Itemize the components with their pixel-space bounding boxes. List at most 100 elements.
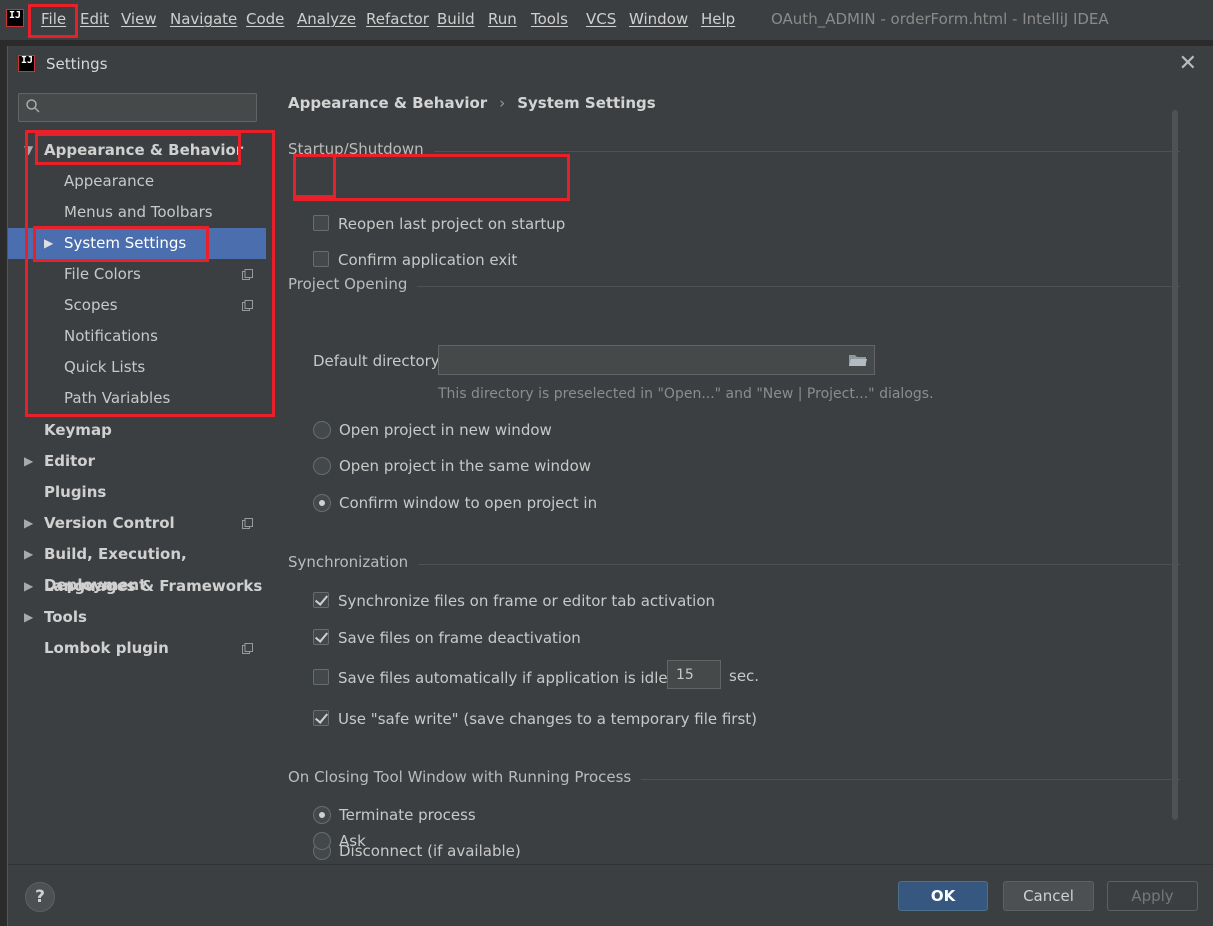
chevron-right-icon[interactable]: ▶ <box>24 508 33 539</box>
tree-item-quick-lists[interactable]: Quick Lists <box>8 352 266 383</box>
menu-vcs[interactable]: VCS <box>586 10 616 28</box>
sync-files-checkbox[interactable]: Synchronize files on frame or editor tab… <box>313 590 733 612</box>
dialog-titlebar: IJ Settings ✕ <box>8 46 1213 80</box>
radio-confirm-window[interactable]: Confirm window to open project in <box>313 492 613 514</box>
intellij-logo-icon: IJ <box>6 9 24 27</box>
section-divider <box>288 286 1180 287</box>
project-config-icon <box>242 518 253 529</box>
checkbox-box[interactable] <box>313 710 329 726</box>
menu-refactor[interactable]: Refactor <box>366 10 429 28</box>
project-config-icon <box>242 300 253 311</box>
radio-button[interactable] <box>313 457 331 475</box>
menu-view[interactable]: View <box>121 10 157 28</box>
close-icon[interactable]: ✕ <box>1179 51 1197 76</box>
breadcrumb-separator-icon: › <box>499 94 506 112</box>
settings-dialog: IJ Settings ✕ ▼ Appearance & Behavior Ap… <box>7 46 1213 926</box>
menu-file[interactable]: File <box>41 10 66 28</box>
menu-tools[interactable]: Tools <box>531 10 568 28</box>
menu-navigate[interactable]: Navigate <box>170 10 237 28</box>
window-title: OAuth_ADMIN - orderForm.html - IntelliJ … <box>771 10 1109 28</box>
reopen-last-project-checkbox[interactable]: Reopen last project on startup <box>313 213 593 235</box>
project-config-icon <box>242 269 253 280</box>
radio-terminate-process[interactable]: Terminate process <box>313 804 613 826</box>
idle-seconds-input[interactable] <box>676 665 716 685</box>
chevron-down-icon[interactable]: ▼ <box>24 135 33 166</box>
radio-button[interactable] <box>313 494 331 512</box>
radio-button[interactable] <box>313 421 331 439</box>
tree-item-languages-frameworks[interactable]: ▶ Languages & Frameworks <box>8 571 266 602</box>
cancel-button[interactable]: Cancel <box>1003 881 1094 911</box>
tree-item-lombok-plugin[interactable]: Lombok plugin <box>8 633 266 664</box>
breadcrumb: Appearance & Behavior › System Settings <box>288 94 656 112</box>
chevron-right-icon[interactable]: ▶ <box>24 446 33 477</box>
help-button[interactable]: ? <box>25 882 55 912</box>
idle-seconds-unit: sec. <box>729 667 760 685</box>
save-when-idle-checkbox[interactable]: Save files automatically if application … <box>313 667 693 689</box>
tree-item-keymap[interactable]: Keymap <box>8 415 266 446</box>
checkbox-box[interactable] <box>313 629 329 645</box>
section-title-project-opening: Project Opening <box>288 275 418 293</box>
checkbox-box[interactable] <box>313 669 329 685</box>
checkbox-box[interactable] <box>313 251 329 267</box>
checkbox-box[interactable] <box>313 215 329 231</box>
confirm-exit-checkbox[interactable]: Confirm application exit <box>313 249 593 271</box>
tree-item-notifications[interactable]: Notifications <box>8 321 266 352</box>
tree-item-tools[interactable]: ▶ Tools <box>8 602 266 633</box>
tree-item-scopes[interactable]: Scopes <box>8 290 266 321</box>
tree-item-build-execution-deployment[interactable]: ▶ Build, Execution, Deployment <box>8 539 266 594</box>
breadcrumb-item: System Settings <box>517 94 656 112</box>
ok-button[interactable]: OK <box>898 881 988 911</box>
menu-analyze[interactable]: Analyze <box>297 10 356 28</box>
chevron-right-icon[interactable]: ▶ <box>24 602 33 633</box>
checkbox-box[interactable] <box>313 592 329 608</box>
idle-seconds-field[interactable] <box>667 660 721 689</box>
default-directory-label: Default directory: <box>313 352 444 370</box>
menu-window[interactable]: Window <box>629 10 688 28</box>
radio-button[interactable] <box>313 806 331 824</box>
search-input[interactable] <box>49 97 249 117</box>
default-directory-hint: This directory is preselected in "Open..… <box>438 386 934 402</box>
tree-item-file-colors[interactable]: File Colors <box>8 259 266 290</box>
tree-item-system-settings[interactable]: ▶ System Settings <box>8 228 266 259</box>
main-menu-bar: IJ File Edit View Navigate Code Analyze … <box>0 0 1213 40</box>
settings-content: Appearance & Behavior › System Settings St… <box>266 80 1213 864</box>
tree-item-path-variables[interactable]: Path Variables <box>8 383 266 414</box>
chevron-right-icon[interactable]: ▶ <box>44 228 53 259</box>
tree-item-menus-toolbars[interactable]: Menus and Toolbars <box>8 197 266 228</box>
search-icon <box>26 99 40 113</box>
default-directory-input[interactable] <box>445 350 835 370</box>
intellij-logo-icon: IJ <box>18 55 35 72</box>
radio-ask[interactable]: Ask <box>313 830 513 852</box>
menu-edit[interactable]: Edit <box>80 10 109 28</box>
tree-item-appearance-behavior[interactable]: ▼ Appearance & Behavior <box>8 135 266 166</box>
settings-sidebar: ▼ Appearance & Behavior Appearance Menus… <box>8 80 266 864</box>
chevron-right-icon[interactable]: ▶ <box>24 571 33 602</box>
section-title-synchronization: Synchronization <box>288 553 419 571</box>
safe-write-checkbox[interactable]: Use "safe write" (save changes to a temp… <box>313 708 757 730</box>
tree-item-plugins[interactable]: Plugins <box>8 477 266 508</box>
project-config-icon <box>242 643 253 654</box>
radio-open-same-window[interactable]: Open project in the same window <box>313 455 613 477</box>
breadcrumb-item[interactable]: Appearance & Behavior <box>288 94 487 112</box>
section-divider <box>288 564 1180 565</box>
dialog-footer: ? OK Cancel Apply <box>8 864 1213 926</box>
apply-button[interactable]: Apply <box>1107 881 1198 911</box>
default-directory-field[interactable] <box>438 345 875 375</box>
section-title-closing: On Closing Tool Window with Running Proc… <box>288 768 642 786</box>
menu-help[interactable]: Help <box>701 10 735 28</box>
content-scrollbar[interactable] <box>1172 110 1178 820</box>
menu-code[interactable]: Code <box>246 10 284 28</box>
section-title-startup: Startup/Shutdown <box>288 140 434 158</box>
tree-item-version-control[interactable]: ▶ Version Control <box>8 508 266 539</box>
menu-build[interactable]: Build <box>437 10 475 28</box>
tree-item-appearance[interactable]: Appearance <box>8 166 266 197</box>
radio-open-new-window[interactable]: Open project in new window <box>313 419 613 441</box>
save-on-deactivation-checkbox[interactable]: Save files on frame deactivation <box>313 627 613 649</box>
radio-button[interactable] <box>313 832 331 850</box>
tree-item-editor[interactable]: ▶ Editor <box>8 446 266 477</box>
menu-run[interactable]: Run <box>488 10 517 28</box>
dialog-title: Settings <box>46 55 108 73</box>
folder-icon[interactable] <box>848 352 868 368</box>
chevron-right-icon[interactable]: ▶ <box>24 539 33 570</box>
settings-search[interactable] <box>18 93 257 122</box>
